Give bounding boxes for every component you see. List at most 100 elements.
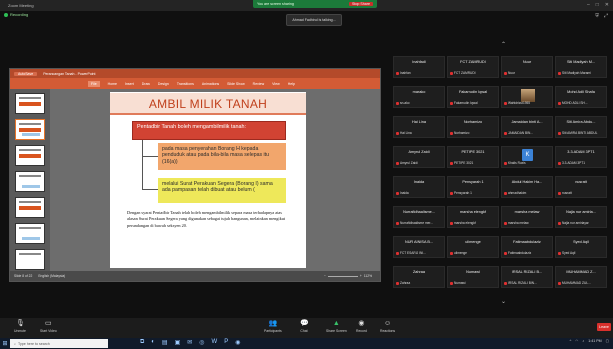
chrome-icon[interactable]: ◎ [199,339,204,346]
participant-tile[interactable]: marako sn-ako [393,86,445,108]
slide-thumbnail[interactable] [15,223,45,244]
participant-display-name: sn-ako [400,101,410,105]
participant-tile[interactable]: Pensyarah 1 Pensyarah 1 [447,176,499,198]
participant-display-name: ahmadhakim [508,191,527,195]
participant-tile[interactable]: Siti Amira Abdu... Siti AMIRA BINTI ABDUL [555,116,607,138]
mail-icon[interactable]: ✉ [187,339,192,346]
connector-line [142,189,158,190]
powerpoint-icon[interactable]: P [224,339,228,346]
ribbon-tab-help[interactable]: Help [288,82,295,86]
ribbon-tab-draw[interactable]: Draw [142,82,150,86]
participant-tile[interactable]: Numawi Numawi [447,266,499,288]
unmute-button[interactable]: 🎙 Unmute [14,320,26,333]
zoom-out-icon[interactable]: − [324,274,326,278]
word-icon[interactable]: W [212,339,218,346]
ribbon-tab-slideshow[interactable]: Slide Show [227,82,245,86]
participant-tile[interactable]: Syed Aqil Syed Aqil [555,236,607,258]
participant-display-name: Norhamizo [454,131,470,135]
participant-tile[interactable]: Abdul Hakim Ha... ahmadhakim [501,176,553,198]
ribbon-tab-animations[interactable]: Animations [202,82,219,86]
mic-muted-icon [504,251,507,255]
ribbon-tab-transitions[interactable]: Transitions [177,82,194,86]
participant-tile[interactable]: marsha elengkf marsha elengkf [447,206,499,228]
participant-tile[interactable]: Mohd Adli Shafa MOHD ADLI SH... [555,86,607,108]
volume-icon[interactable]: ♪ [582,339,584,343]
participant-display-name: nusratt [562,191,572,195]
autosave-toggle[interactable]: AutoSave [14,71,38,76]
slide-thumbnail[interactable] [15,197,45,218]
leave-button[interactable]: Leave [597,323,611,331]
store-icon[interactable]: ▣ [175,339,181,346]
participant-tile[interactable]: Nurrafidhaalisme... Nurrafidhaalisme mer.… [393,206,445,228]
slide-thumbnail[interactable] [15,145,45,166]
slide-counter: Slide 8 of 22 [14,274,33,278]
gallery-up-icon[interactable]: ⌃ [501,41,506,48]
task-view-icon[interactable]: ⧉ [140,339,144,346]
close-icon[interactable]: ✕ [605,2,609,8]
participant-tile[interactable]: Inahfadi Inahfan [393,56,445,78]
shield-icon[interactable]: ⛨ [595,13,599,19]
participant-tile[interactable]: Wahtdrizul1955 [501,86,553,108]
participant-tile[interactable]: Zahraa Zahraa [393,266,445,288]
participant-tile[interactable]: IRSAL RIZALI B... IRSAL RIZALI BIN... [501,266,553,288]
participant-display-name: Siti Madiyah Marami [562,71,591,75]
participants-button[interactable]: 👥 Participants [264,320,282,333]
edge-icon[interactable]: ◐ [151,339,155,346]
notification-icon[interactable]: ▢ [606,339,609,343]
ribbon-tab-view[interactable]: View [272,82,280,86]
participant-tile[interactable]: marsha melaw marsha melaw [501,206,553,228]
current-slide[interactable]: AMBIL MILIK TANAH Pentadbir Tanah boleh … [110,92,306,268]
participant-tile[interactable]: Jamaidan binti A... JAMAIDAN BIN... [501,116,553,138]
participant-tile[interactable]: 3.3.ADAM 3PT1 3.3.ADAM 3PT1 [555,146,607,168]
share-screen-button[interactable]: ▲ Share Screen [326,320,347,333]
slide-thumbnail[interactable] [15,249,45,270]
participant-tile[interactable]: Siti Madiyah M... Siti Madiyah Marami [555,56,607,78]
participant-tile[interactable]: Najla nur amirla... Najla nur amirlayar [555,206,607,228]
ribbon-tab-review[interactable]: Review [253,82,264,86]
taskbar-search[interactable]: ⌕ Type here to search [10,339,108,348]
participant-tile[interactable]: K Khalis Ruxis [501,146,553,168]
zoom-in-icon[interactable]: + [360,274,362,278]
stop-share-button[interactable]: Stop Share [349,2,373,6]
start-video-button[interactable]: ▭ Start Video [40,320,57,333]
participant-tile[interactable]: ulimenge ulimenge [447,236,499,258]
ribbon-tab-insert[interactable]: Insert [125,82,134,86]
participant-tile[interactable]: Hai Lina Hai Lina [393,116,445,138]
clock[interactable]: 1:41 PM [588,339,601,343]
record-button[interactable]: ◉ Record [356,320,367,333]
ribbon-tab-file[interactable]: File [88,80,100,87]
minimize-icon[interactable]: – [587,2,590,8]
zoom-slider[interactable] [327,275,358,277]
reactions-button[interactable]: ☺ Reactions [380,320,395,333]
participant-tile[interactable]: PETIPE 3021 PETIPE 3021 [447,146,499,168]
maximize-icon[interactable]: □ [596,2,599,8]
chat-button[interactable]: 💬 Chat [300,320,309,333]
participant-tile[interactable]: Fakarrudin Iqwal Fakarrudin Iqwal [447,86,499,108]
slide-box-yellow: melalui Surat Perakuan Segera (Borang I)… [158,178,286,203]
recording-indicator[interactable]: Recording [4,12,28,17]
wifi-icon[interactable]: ◠ [575,339,578,343]
fullscreen-icon[interactable]: ⤢ [604,13,608,19]
slide-thumbnail[interactable] [15,119,45,140]
ribbon-tab-home[interactable]: Home [108,82,117,86]
gallery-down-icon[interactable]: ⌄ [501,298,506,305]
file-explorer-icon[interactable]: ▤ [162,339,168,346]
participant-tile[interactable]: nusratt nusratt [555,176,607,198]
participant-tile[interactable]: Norhamizo Norhamizo [447,116,499,138]
ribbon-tab-design[interactable]: Design [158,82,169,86]
chevron-up-icon[interactable]: ^ [570,339,572,343]
slide-thumbnail[interactable] [15,171,45,192]
participant-label: FCT ESARIJ INI... [396,251,444,255]
participant-tile[interactable]: Amyrul Zaidi Amyrul Zaidi [393,146,445,168]
participant-tile[interactable]: Nuur Nuur [501,56,553,78]
participant-tile[interactable]: Fatimaabdulaziz Fatimaabdulaziz [501,236,553,258]
participant-tile[interactable]: Inaida Inaida [393,176,445,198]
windows-start-icon[interactable]: ⊞ [0,340,10,347]
zoom-control[interactable]: − + 112% [324,274,372,278]
participant-tile[interactable]: NUR AINISA B... FCT ESARIJ INI... [393,236,445,258]
participant-tile[interactable]: MUHAMMAD Z... MUHAMMAD ZUL... [555,266,607,288]
slide-thumbnail[interactable] [15,93,45,114]
zoom-icon[interactable]: ◉ [235,339,240,346]
participant-tile[interactable]: FCT ZAMRUDI FCT ZAMRUDI [447,56,499,78]
mic-muted-icon [558,101,561,105]
